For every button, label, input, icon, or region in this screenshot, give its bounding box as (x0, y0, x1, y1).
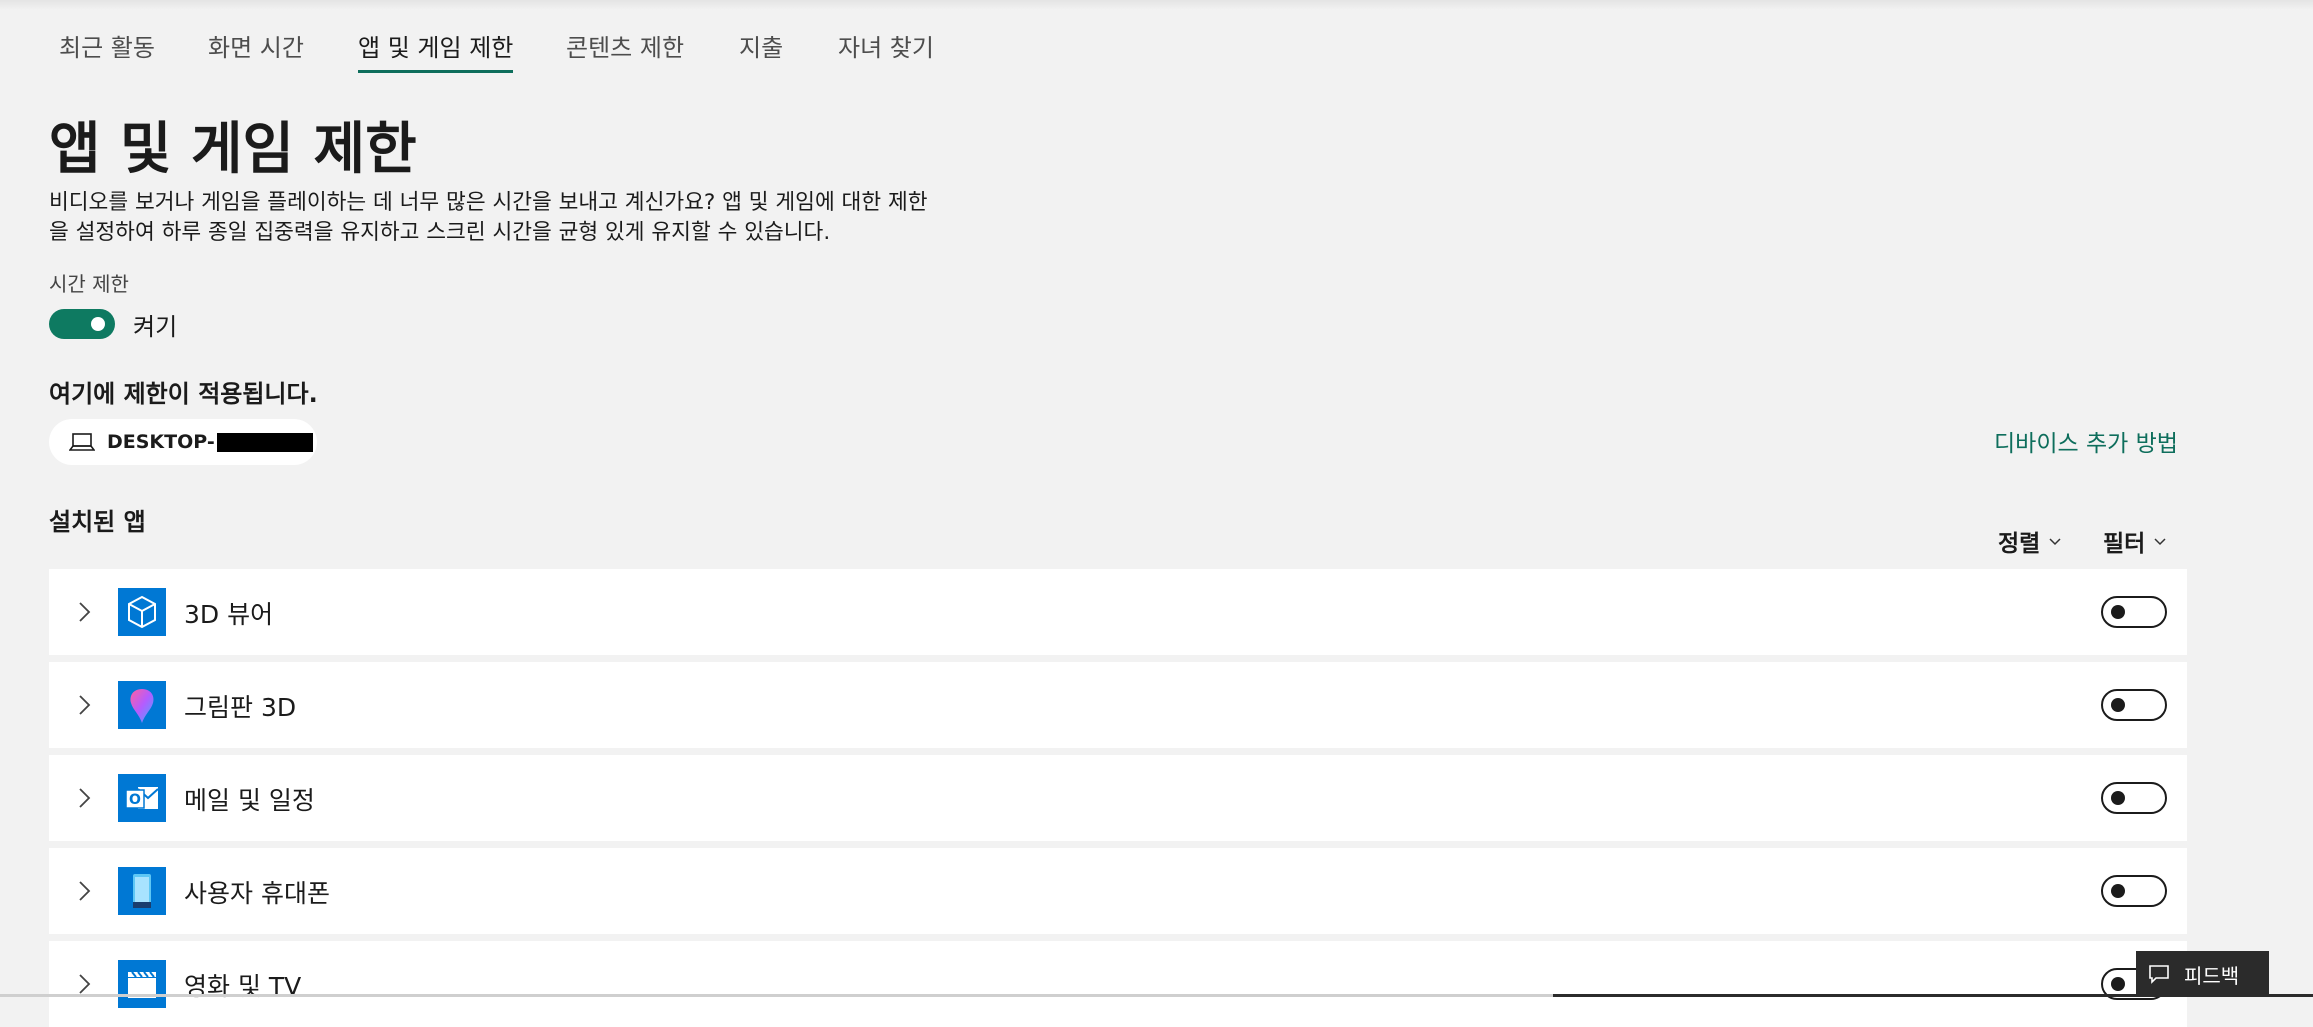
tab-app-game-limits[interactable]: 앱 및 게임 제한 (358, 28, 514, 73)
feedback-label: 피드백 (2184, 963, 2240, 988)
app-row: O 메일 및 일정 (49, 755, 2187, 841)
app-row: 사용자 휴대폰 (49, 848, 2187, 934)
applies-heading: 여기에 제한이 적용됩니다. (49, 380, 318, 408)
feedback-button[interactable]: 피드백 (2136, 951, 2269, 997)
chevron-right-icon[interactable] (69, 783, 99, 813)
page-description: 비디오를 보거나 게임을 플레이하는 데 너무 많은 시간을 보내고 계신가요?… (49, 188, 1049, 248)
app-limit-toggle[interactable] (2101, 689, 2167, 721)
svg-text:O: O (129, 792, 141, 808)
window-top-edge (0, 0, 2313, 10)
device-name: DESKTOP- (107, 431, 313, 453)
device-chip[interactable]: DESKTOP- (49, 419, 317, 465)
toggle-knob (2111, 605, 2125, 619)
chevron-right-icon[interactable] (69, 597, 99, 627)
time-limit-state: 켜기 (133, 313, 178, 341)
device-name-text: DESKTOP- (107, 431, 215, 453)
add-device-link[interactable]: 디바이스 추가 방법 (1994, 424, 2178, 458)
movies-tv-icon (118, 960, 166, 1008)
chevron-right-icon[interactable] (69, 876, 99, 906)
tab-recent-activity[interactable]: 최근 활동 (59, 28, 155, 73)
3d-viewer-icon (118, 588, 166, 636)
chevron-down-icon (2154, 538, 2166, 546)
toggle-knob (2111, 698, 2125, 712)
app-name: 그림판 3D (184, 693, 297, 722)
time-limit-toggle[interactable] (49, 309, 115, 339)
chevron-right-icon[interactable] (69, 690, 99, 720)
filter-label: 필터 (2103, 531, 2146, 557)
redaction-bar (216, 432, 313, 452)
tab-content-restrictions[interactable]: 콘텐츠 제한 (566, 28, 684, 73)
description-line-1: 비디오를 보거나 게임을 플레이하는 데 너무 많은 시간을 보내고 계신가요?… (49, 190, 928, 215)
app-row: 3D 뷰어 (49, 569, 2187, 655)
toggle-knob (2111, 977, 2125, 991)
toggle-knob (2111, 884, 2125, 898)
comment-icon (2149, 965, 2169, 984)
app-name: 영화 및 TV (184, 972, 302, 1001)
app-limit-toggle[interactable] (2101, 596, 2167, 628)
tab-screen-time[interactable]: 화면 시간 (208, 28, 304, 73)
app-row: 그림판 3D (49, 662, 2187, 748)
paint-3d-icon (118, 681, 166, 729)
laptop-icon (68, 432, 96, 452)
app-name: 3D 뷰어 (184, 600, 274, 629)
installed-apps-heading: 설치된 앱 (49, 508, 146, 536)
your-phone-icon (118, 867, 166, 915)
toggle-knob (2111, 791, 2125, 805)
sort-label: 정렬 (1998, 531, 2041, 557)
toggle-knob (91, 317, 105, 331)
description-line-2: 을 설정하여 하루 종일 집중력을 유지하고 스크린 시간을 균형 있게 유지할… (49, 220, 831, 245)
tab-find-child[interactable]: 자녀 찾기 (838, 28, 934, 73)
app-name: 사용자 휴대폰 (184, 879, 330, 908)
time-limit-label: 시간 제한 (49, 272, 129, 296)
chevron-down-icon (2049, 538, 2061, 546)
filter-button[interactable]: 필터 (2103, 524, 2167, 558)
app-limit-toggle[interactable] (2101, 782, 2167, 814)
app-name: 메일 및 일정 (184, 786, 315, 815)
mail-calendar-icon: O (118, 774, 166, 822)
page-title: 앱 및 게임 제한 (49, 117, 417, 182)
tab-spending[interactable]: 지출 (739, 28, 783, 73)
sort-button[interactable]: 정렬 (1998, 524, 2062, 558)
app-row: 영화 및 TV (49, 941, 2187, 1027)
app-limit-toggle[interactable] (2101, 875, 2167, 907)
